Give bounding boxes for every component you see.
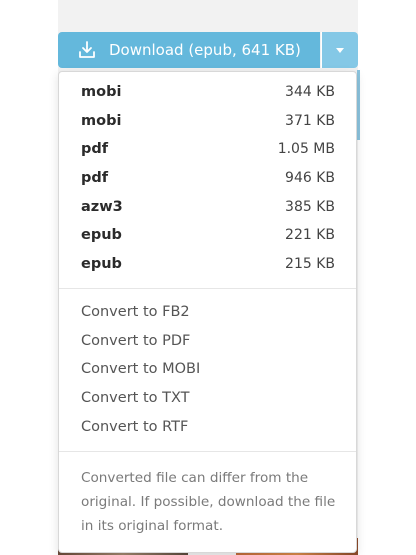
file-format: azw3 <box>81 198 123 215</box>
convert-to-rtf-option[interactable]: Convert to RTF <box>59 412 356 441</box>
file-size: 344 KB <box>285 84 335 101</box>
file-size: 215 KB <box>285 255 335 272</box>
download-options-toggle[interactable] <box>321 32 358 68</box>
convert-to-mobi-option[interactable]: Convert to MOBI <box>59 355 356 384</box>
download-button-label: Download (epub, 641 KB) <box>109 41 301 59</box>
download-button[interactable]: Download (epub, 641 KB) <box>58 32 320 68</box>
file-format: pdf <box>81 170 109 187</box>
file-option-mobi[interactable]: mobi 371 KB <box>59 107 356 136</box>
background-accent <box>357 70 360 140</box>
file-option-epub[interactable]: epub 221 KB <box>59 221 356 250</box>
file-format: mobi <box>81 112 122 129</box>
file-format: epub <box>81 227 122 244</box>
file-size: 1.05 MB <box>277 141 335 158</box>
file-option-azw3[interactable]: azw3 385 KB <box>59 192 356 221</box>
file-size: 946 KB <box>285 170 335 187</box>
caret-down-icon <box>336 47 344 53</box>
convert-to-pdf-option[interactable]: Convert to PDF <box>59 327 356 356</box>
file-option-epub[interactable]: epub 215 KB <box>59 250 356 279</box>
file-format-list: mobi 344 KB mobi 371 KB pdf 1.05 MB pdf … <box>59 78 356 278</box>
conversion-note: Converted file can differ from the origi… <box>81 470 336 534</box>
menu-divider <box>59 288 356 289</box>
download-icon <box>76 39 98 61</box>
convert-options-list: Convert to FB2 Convert to PDF Convert to… <box>59 298 356 441</box>
menu-divider <box>59 451 356 452</box>
download-options-menu: mobi 344 KB mobi 371 KB pdf 1.05 MB pdf … <box>58 71 357 553</box>
file-option-pdf[interactable]: pdf 946 KB <box>59 164 356 193</box>
file-option-mobi[interactable]: mobi 344 KB <box>59 78 356 107</box>
convert-to-fb2-option[interactable]: Convert to FB2 <box>59 298 356 327</box>
file-format: pdf <box>81 141 109 158</box>
file-size: 385 KB <box>285 198 335 215</box>
file-option-pdf[interactable]: pdf 1.05 MB <box>59 135 356 164</box>
file-format: epub <box>81 255 122 272</box>
file-size: 371 KB <box>285 112 335 129</box>
file-format: mobi <box>81 84 122 101</box>
file-size: 221 KB <box>285 227 335 244</box>
convert-to-txt-option[interactable]: Convert to TXT <box>59 384 356 413</box>
